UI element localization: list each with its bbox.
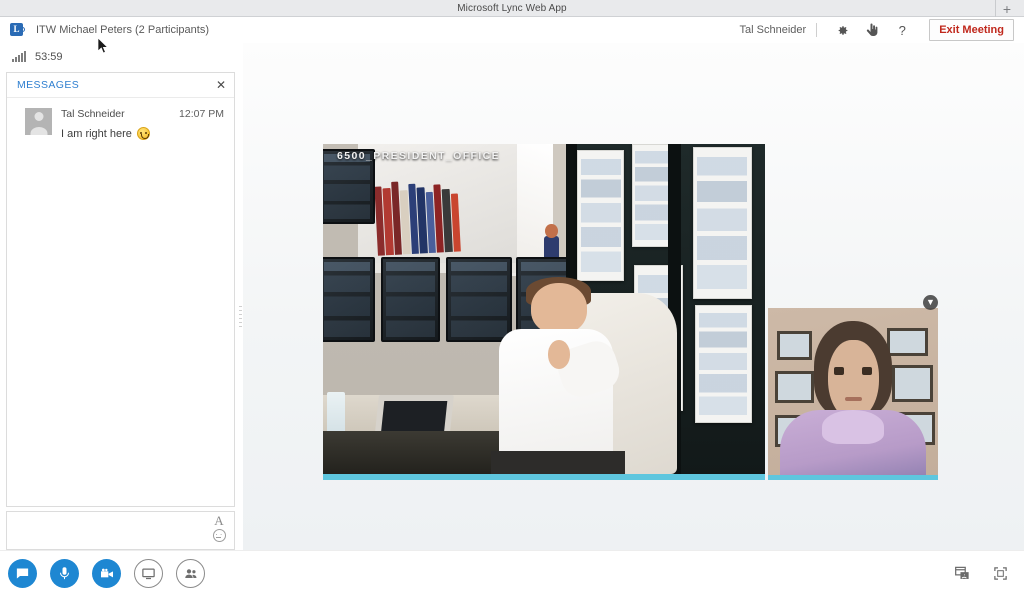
video-stage: 6500_PRESIDENT_OFFICE ▼ [243,43,1024,550]
signal-bars-icon [12,51,26,62]
list-item: Tal Schneider 12:07 PM I am right here [7,108,234,140]
hand-pointer-icon[interactable] [861,19,883,41]
meeting-title: ITW Michael Peters (2 Participants) [36,24,209,36]
new-tab-button[interactable]: + [996,1,1018,16]
pip-video-tile[interactable] [768,308,938,480]
message-text: I am right here [61,128,132,140]
message-content: Tal Schneider 12:07 PM I am right here [61,108,224,140]
arrow-down-icon[interactable]: ▼ [923,295,938,310]
message-sender: Tal Schneider [61,108,125,120]
participants-button[interactable] [176,559,205,588]
expand-icon[interactable] [990,563,1010,583]
main-video-image [323,144,765,474]
exit-meeting-button[interactable]: Exit Meeting [929,19,1014,41]
message-input[interactable] [7,512,207,549]
smiley-face-icon [137,127,150,140]
meeting-toolbar [0,550,1024,596]
main-video-label: 6500_PRESIDENT_OFFICE [337,150,500,162]
header-divider [816,23,817,37]
gallery-layout-icon[interactable] [952,563,972,583]
pip-video-image [768,308,938,475]
messages-list[interactable]: Tal Schneider 12:07 PM I am right here [7,98,234,506]
browser-tab-bar: Microsoft Lync Web App + [0,0,1024,17]
message-text-row: I am right here [61,127,224,140]
toolbar-right-buttons [952,563,1010,583]
browser-tab-title[interactable]: Microsoft Lync Web App [457,3,566,14]
current-user-name: Tal Schneider [740,24,807,36]
call-status-bar: 53:59 [0,44,240,69]
close-icon[interactable]: ✕ [216,79,226,91]
avatar [25,108,52,135]
messages-panel: MESSAGES ✕ Tal Schneider 12:07 PM I am r… [6,72,235,507]
message-meta: Tal Schneider 12:07 PM [61,108,224,120]
lync-logo-icon: L [10,23,25,38]
video-button[interactable] [92,559,121,588]
help-icon[interactable]: ? [891,19,913,41]
font-format-icon[interactable]: A [214,514,223,528]
compose-tools: A [209,514,229,542]
lync-web-app-window: Microsoft Lync Web App + L ITW Michael P… [0,0,1024,596]
mic-button[interactable] [50,559,79,588]
emoticon-icon[interactable] [213,529,226,542]
message-timestamp: 12:07 PM [179,108,224,120]
main-video-tile[interactable]: 6500_PRESIDENT_OFFICE [323,144,765,480]
toolbar-buttons [8,559,205,588]
chat-button[interactable] [8,559,37,588]
call-timer: 53:59 [35,51,63,63]
messages-panel-title: MESSAGES [17,79,79,91]
app-header: L ITW Michael Peters (2 Participants) Ta… [0,17,1024,43]
messages-panel-header: MESSAGES ✕ [7,73,234,98]
message-compose-box[interactable]: A [6,511,235,550]
gear-icon[interactable] [831,19,853,41]
lync-logo-ring [20,27,25,32]
mouse-cursor [98,38,109,54]
header-actions: Tal Schneider ? Exit Meeting [740,19,1024,41]
present-button[interactable] [134,559,163,588]
